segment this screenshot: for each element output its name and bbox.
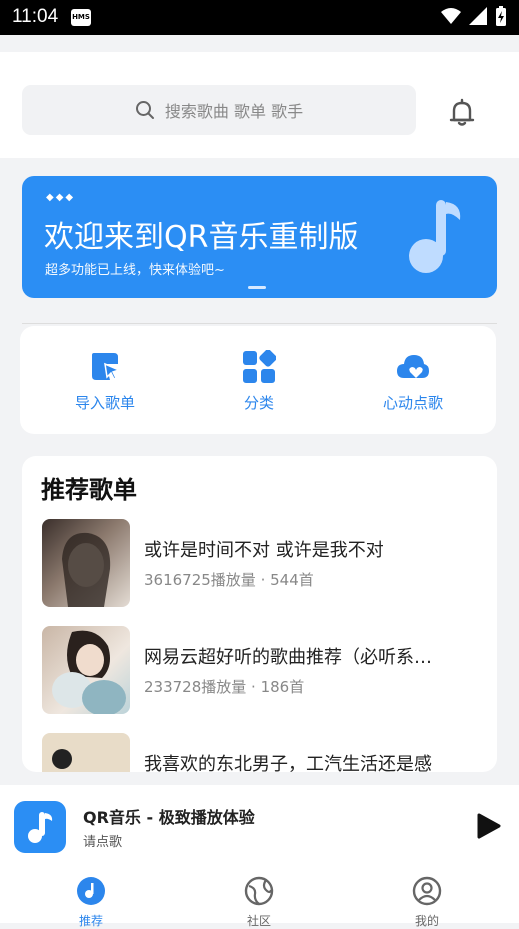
playlist-cover [42, 519, 130, 607]
playlist-item[interactable]: 网易云超好听的歌曲推荐（必听系… 233728播放量 · 186首 [42, 626, 482, 714]
status-icons [441, 6, 507, 26]
user-icon [412, 876, 442, 906]
heart-song-button[interactable]: 心动点歌 [353, 350, 473, 413]
recommend-section: 推荐歌单 或许是时间不对 或许是我不对 3616725播放量 · 544首 网易… [22, 456, 497, 772]
player-subtitle: 请点歌 [83, 835, 123, 850]
play-icon[interactable] [476, 812, 502, 840]
quick-action-label: 分类 [243, 394, 274, 412]
quick-action-label: 心动点歌 [382, 394, 443, 412]
quick-action-label: 导入歌单 [74, 394, 135, 412]
playlist-cover [42, 733, 130, 772]
quick-actions: 导入歌单 分类 心动点歌 [20, 326, 496, 434]
wifi-icon [441, 8, 461, 24]
mini-player[interactable]: QR音乐 - 极致播放体验 请点歌 推荐 社区 我的 [0, 785, 519, 928]
status-bar: 11:04 HMS [0, 0, 519, 35]
globe-icon [244, 876, 274, 906]
import-playlist-button[interactable]: 导入歌单 [45, 350, 165, 413]
playlist-title: 网易云超好听的歌曲推荐（必听系… [144, 647, 432, 668]
welcome-banner[interactable]: ◆◆◆ 欢迎来到QR音乐重制版 超多功能已上线，快来体验吧~ [22, 176, 497, 298]
app-logo [14, 801, 66, 853]
grid-icon [243, 350, 276, 383]
playlist-title: 我喜欢的东北男子，工汽生活还是感 [144, 754, 432, 772]
diamond-dots-icon: ◆◆◆ [46, 192, 76, 203]
search-icon [135, 101, 154, 119]
section-title: 推荐歌单 [41, 476, 137, 504]
playlist-cover [42, 626, 130, 714]
music-disc-icon [77, 877, 105, 905]
tab-label: 我的 [414, 914, 439, 928]
hms-icon: HMS [71, 9, 91, 26]
banner-subtitle: 超多功能已上线，快来体验吧~ [45, 263, 225, 278]
import-cursor-icon [92, 353, 122, 381]
category-button[interactable]: 分类 [199, 350, 319, 413]
playlist-item[interactable]: 或许是时间不对 或许是我不对 3616725播放量 · 544首 [42, 519, 482, 607]
top-header: 搜索歌曲 歌单 歌手 [0, 52, 519, 158]
music-note-icon [409, 200, 461, 273]
carousel-indicator [248, 286, 266, 289]
clock: 11:04 [12, 6, 59, 27]
playlist-meta: 233728播放量 · 186首 [144, 678, 305, 696]
battery-icon [496, 6, 506, 26]
signal-icon [469, 7, 487, 25]
music-note-icon [28, 812, 53, 843]
banner-title: 欢迎来到QR音乐重制版 [44, 220, 359, 255]
tab-label: 社区 [246, 914, 271, 928]
cloud-heart-icon [397, 355, 429, 378]
bell-icon[interactable] [446, 97, 478, 129]
playlist-title: 或许是时间不对 或许是我不对 [144, 540, 384, 561]
search-placeholder: 搜索歌曲 歌单 歌手 [164, 102, 304, 121]
tab-label: 推荐 [78, 914, 103, 928]
player-title: QR音乐 - 极致播放体验 [83, 808, 255, 827]
playlist-item[interactable]: 我喜欢的东北男子，工汽生活还是感 [42, 733, 482, 772]
search-bar[interactable]: 搜索歌曲 歌单 歌手 [22, 85, 416, 135]
divider [22, 323, 497, 324]
playlist-meta: 3616725播放量 · 544首 [144, 571, 314, 589]
